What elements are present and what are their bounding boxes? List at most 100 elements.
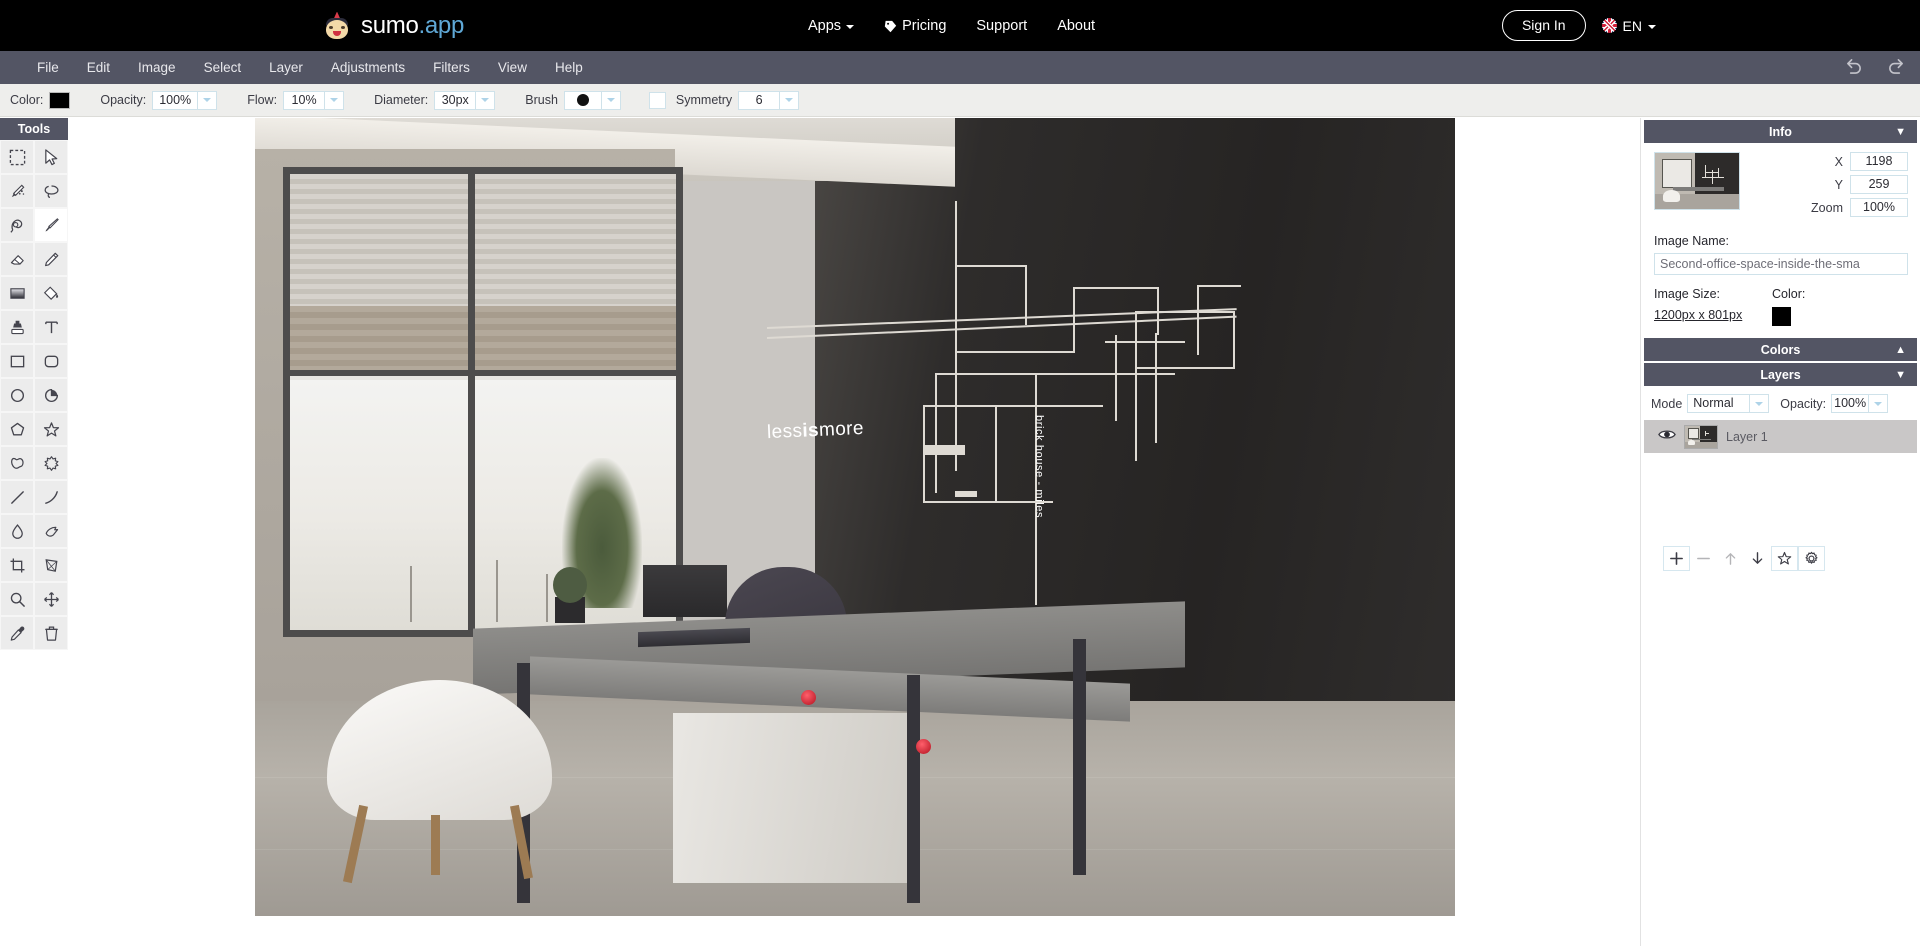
lasso-tool[interactable] — [34, 174, 68, 208]
canvas-area[interactable]: lessismore brick house - miles — [68, 118, 1640, 946]
pie-tool[interactable] — [34, 378, 68, 412]
image-size-value[interactable]: 1200px x 801px — [1654, 308, 1742, 322]
brush-option-label: Brush — [525, 93, 558, 107]
nav-item-support[interactable]: Support — [976, 18, 1027, 34]
star-tool[interactable] — [34, 412, 68, 446]
sumo-app-logo[interactable]: sumo.app — [322, 11, 464, 41]
opacity-dropdown-button[interactable] — [198, 90, 218, 110]
diameter-option-label: Diameter: — [374, 93, 429, 107]
diameter-dropdown-button[interactable] — [476, 90, 496, 110]
info-collapse-arrow-icon[interactable]: ▼ — [1895, 126, 1906, 138]
pencil-tool[interactable] — [34, 242, 68, 276]
eraser-tool[interactable] — [0, 242, 34, 276]
layers-panel-header[interactable]: Layers ▼ — [1644, 363, 1917, 386]
blend-mode-select[interactable]: Normal — [1687, 394, 1751, 413]
info-y-value[interactable]: 259 — [1850, 175, 1908, 194]
language-label: EN — [1622, 17, 1642, 34]
text-tool[interactable] — [34, 310, 68, 344]
sign-in-button[interactable]: Sign In — [1501, 10, 1586, 41]
blur-drop-tool[interactable] — [0, 514, 34, 548]
redo-icon[interactable] — [1887, 57, 1906, 79]
marquee-select-tool[interactable] — [0, 140, 34, 174]
info-x-value[interactable]: 1198 — [1850, 152, 1908, 171]
brush-preview[interactable] — [563, 90, 602, 110]
menu-adjustments[interactable]: Adjustments — [317, 54, 419, 81]
trash-tool[interactable] — [34, 616, 68, 650]
line-tool[interactable] — [0, 480, 34, 514]
layer-list-item[interactable]: Layer 1 — [1644, 420, 1917, 453]
add-layer-button[interactable] — [1663, 546, 1690, 571]
symmetry-checkbox[interactable] — [648, 91, 666, 109]
eyedropper-tool[interactable] — [0, 616, 34, 650]
smudge-tool[interactable] — [34, 514, 68, 548]
image-canvas[interactable]: lessismore brick house - miles — [255, 118, 1455, 916]
symmetry-dropdown-button[interactable] — [780, 90, 800, 110]
menu-view[interactable]: View — [484, 54, 541, 81]
layers-toolbar — [1641, 546, 1920, 571]
menu-file[interactable]: File — [23, 54, 73, 81]
ellipse-tool[interactable] — [0, 378, 34, 412]
perspective-crop-tool[interactable] — [34, 548, 68, 582]
language-picker[interactable]: EN — [1601, 17, 1656, 34]
layers-panel-body: Mode Normal Opacity: 100% Layer 1 — [1641, 386, 1920, 571]
curve-tool[interactable] — [34, 480, 68, 514]
foreground-color-swatch[interactable] — [49, 91, 71, 109]
rounded-rectangle-tool[interactable] — [34, 344, 68, 378]
brush-tool[interactable] — [34, 208, 68, 242]
zoom-tool[interactable] — [0, 582, 34, 616]
nav-item-pricing[interactable]: Pricing — [884, 18, 946, 34]
menu-layer[interactable]: Layer — [255, 54, 317, 81]
office-photo: lessismore brick house - miles — [255, 118, 1455, 916]
undo-icon[interactable] — [1844, 57, 1863, 79]
layer-effects-button[interactable] — [1771, 546, 1798, 571]
nav-item-support-label: Support — [976, 17, 1028, 34]
gradient-tool[interactable] — [0, 276, 34, 310]
layer-opacity-input[interactable]: 100% — [1831, 394, 1870, 413]
magic-wand-tool[interactable] — [0, 174, 34, 208]
info-color-swatch[interactable] — [1772, 307, 1791, 326]
colors-panel-header[interactable]: Colors ▲ — [1644, 338, 1917, 361]
info-panel-header[interactable]: Info ▼ — [1644, 120, 1917, 143]
burst-tool[interactable] — [34, 446, 68, 480]
flow-dropdown-button[interactable] — [325, 90, 345, 110]
blend-mode-label: Mode — [1651, 396, 1683, 411]
menu-select[interactable]: Select — [190, 54, 256, 81]
site-nav: Apps Pricing Support About — [808, 18, 1095, 34]
menu-edit[interactable]: Edit — [73, 54, 124, 81]
crop-tool[interactable] — [0, 548, 34, 582]
pentagon-tool[interactable] — [0, 412, 34, 446]
symmetry-input[interactable]: 6 — [738, 90, 781, 110]
info-panel-body: X 1198 Y 259 Zoom 100% Image Name: Secon… — [1641, 143, 1920, 330]
image-preview-thumbnail[interactable] — [1654, 152, 1740, 210]
sumo-mascot-icon — [322, 11, 352, 41]
brush-dropdown-button[interactable] — [601, 90, 621, 110]
colors-collapse-arrow-icon[interactable]: ▲ — [1895, 344, 1906, 356]
hand-pan-tool[interactable] — [34, 582, 68, 616]
opacity-input[interactable]: 100% — [152, 90, 199, 110]
diameter-input[interactable]: 30px — [434, 90, 477, 110]
pen-tool[interactable] — [0, 208, 34, 242]
flow-input[interactable]: 10% — [283, 90, 326, 110]
menu-help[interactable]: Help — [541, 54, 597, 81]
layer-visibility-eye-icon[interactable] — [1658, 428, 1676, 446]
move-tool[interactable] — [34, 140, 68, 174]
move-layer-down-button[interactable] — [1744, 546, 1771, 571]
image-name-input[interactable]: Second-office-space-inside-the-sma — [1654, 253, 1908, 275]
stamp-tool[interactable] — [0, 310, 34, 344]
info-zoom-value[interactable]: 100% — [1850, 198, 1908, 217]
colors-panel-title: Colors — [1760, 342, 1801, 357]
paint-bucket-tool[interactable] — [34, 276, 68, 310]
rectangle-tool[interactable] — [0, 344, 34, 378]
nav-item-about[interactable]: About — [1057, 18, 1095, 34]
blend-mode-dropdown-button[interactable] — [1750, 394, 1770, 413]
layer-name-label: Layer 1 — [1726, 429, 1768, 444]
layer-settings-button[interactable] — [1798, 546, 1825, 571]
nav-item-apps[interactable]: Apps — [808, 18, 855, 34]
layer-opacity-dropdown-button[interactable] — [1869, 394, 1889, 413]
layers-collapse-arrow-icon[interactable]: ▼ — [1895, 369, 1906, 381]
blob-tool[interactable] — [0, 446, 34, 480]
menu-image[interactable]: Image — [124, 54, 190, 81]
menu-filters[interactable]: Filters — [419, 54, 484, 81]
chevron-down-icon — [846, 24, 855, 29]
image-size-block: Image Size: 1200px x 801px — [1654, 287, 1772, 326]
